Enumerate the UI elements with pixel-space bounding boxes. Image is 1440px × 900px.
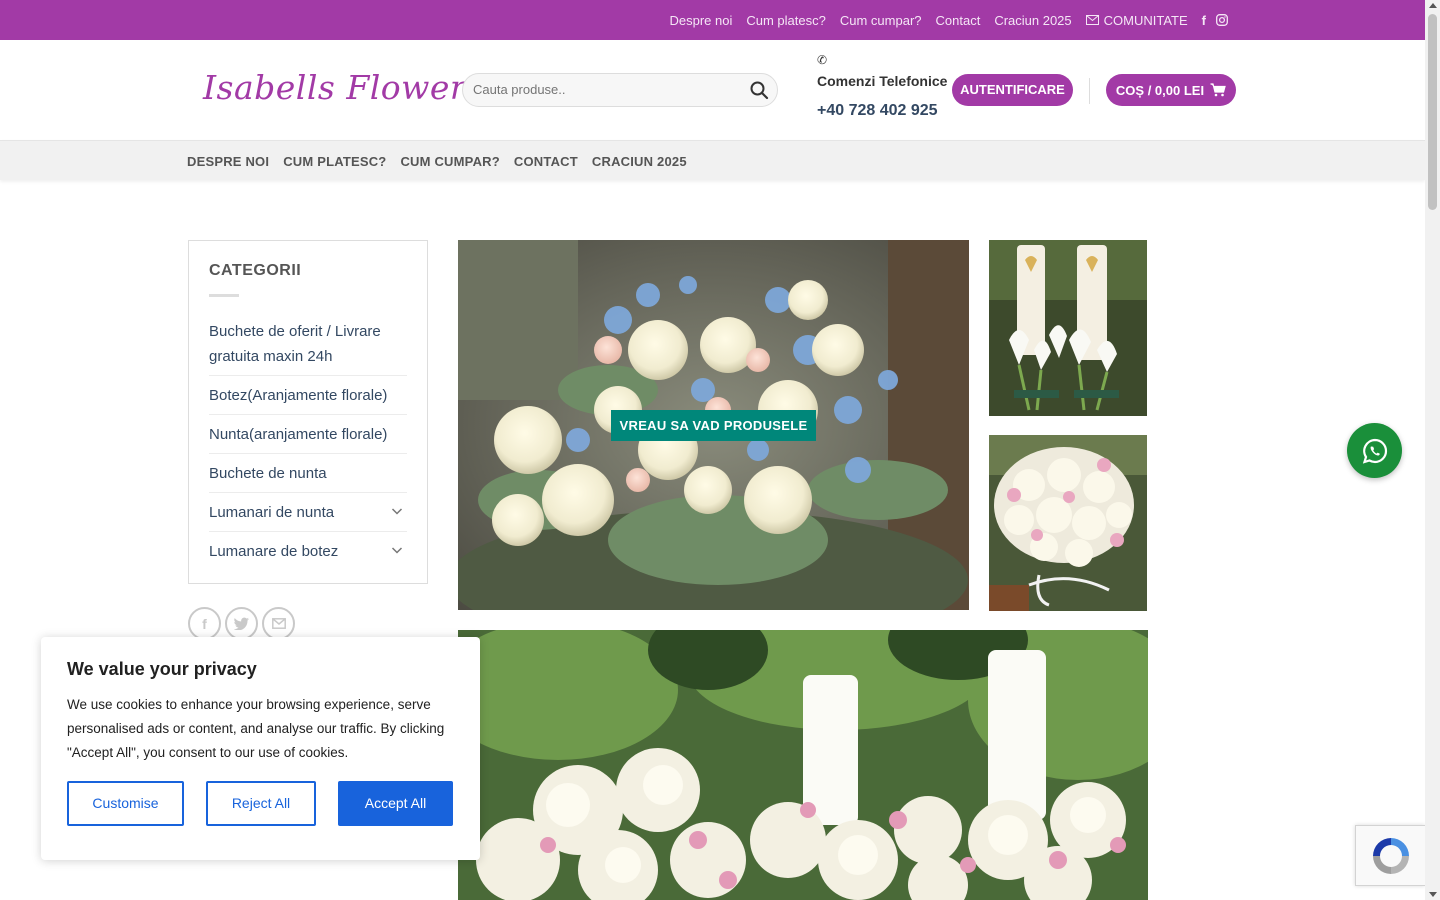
hero-image[interactable]: VREAU SA VAD PRODUSELE xyxy=(458,240,969,610)
twitter-icon[interactable] xyxy=(225,607,258,640)
chevron-down-icon[interactable] xyxy=(391,505,403,517)
search-box xyxy=(462,73,778,107)
cookie-text: We use cookies to enhance your browsing … xyxy=(67,697,445,760)
category-item[interactable]: Buchete de oferit / Livrare gratuita max… xyxy=(209,319,407,376)
nav-item-craciun-2025[interactable]: CRACIUN 2025 xyxy=(592,154,687,169)
top-bar-nav: Despre noi Cum platesc? Cum cumpar? Cont… xyxy=(670,0,1229,40)
phone-label: Comenzi Telefonice xyxy=(817,73,948,89)
nav-item-cum-platesc[interactable]: CUM PLATESC? xyxy=(283,154,386,169)
phone-number[interactable]: +40 728 402 925 xyxy=(817,102,938,120)
nav-item-contact[interactable]: CONTACT xyxy=(514,154,578,169)
email-icon[interactable] xyxy=(262,607,295,640)
social-icons: f xyxy=(1202,13,1228,28)
whatsapp-button[interactable] xyxy=(1347,423,1402,478)
bouquet-thumb-image[interactable] xyxy=(989,435,1147,611)
chevron-down-icon[interactable] xyxy=(391,544,403,556)
cart-label: COȘ / 0,00 LEI xyxy=(1115,82,1205,98)
recaptcha-badge[interactable] xyxy=(1355,825,1425,886)
comunitate-label: COMUNITATE xyxy=(1103,12,1188,28)
wedding-candles-picture xyxy=(458,630,1148,900)
scroll-down-arrow[interactable] xyxy=(1429,892,1437,897)
search-input[interactable] xyxy=(473,82,743,97)
category-label: Buchete de nunta xyxy=(209,465,327,482)
top-link-cum-platesc[interactable]: Cum platesc? xyxy=(746,13,825,28)
category-label: Lumanare de botez xyxy=(209,543,339,560)
reject-all-button[interactable]: Reject All xyxy=(206,781,316,826)
category-label: Buchete de oferit / Livrare gratuita max… xyxy=(209,323,381,365)
cookie-consent-banner: We value your privacy We use cookies to … xyxy=(41,637,480,860)
category-item[interactable]: Lumanare de botez xyxy=(209,532,407,570)
cart-button[interactable]: COȘ / 0,00 LEI xyxy=(1106,74,1236,106)
nav-item-cum-cumpar[interactable]: CUM CUMPAR? xyxy=(400,154,499,169)
category-item[interactable]: Lumanari de nunta xyxy=(209,493,407,532)
categories-widget: CATEGORII Buchete de oferit / Livrare gr… xyxy=(188,240,428,584)
cart-icon xyxy=(1210,83,1226,97)
top-link-despre-noi[interactable]: Despre noi xyxy=(670,13,733,28)
search-icon[interactable] xyxy=(749,80,769,100)
title-underline xyxy=(209,294,239,297)
category-label: Lumanari de nunta xyxy=(209,504,335,521)
recaptcha-icon xyxy=(1373,838,1409,874)
category-item[interactable]: Nunta(aranjamente florale) xyxy=(209,415,407,454)
header-divider xyxy=(1089,78,1090,104)
login-button[interactable]: AUTENTIFICARE xyxy=(952,74,1073,106)
category-label: Nunta(aranjamente florale) xyxy=(209,426,388,443)
categories-list: Buchete de oferit / Livrare gratuita max… xyxy=(209,319,407,570)
scroll-up-arrow[interactable] xyxy=(1429,3,1437,8)
accept-all-button[interactable]: Accept All xyxy=(338,781,453,826)
top-link-craciun-2025[interactable]: Craciun 2025 xyxy=(994,13,1071,28)
cookie-title: We value your privacy xyxy=(67,659,257,679)
share-buttons: f xyxy=(188,607,295,640)
rose-bouquet-picture xyxy=(989,435,1147,611)
facebook-icon[interactable]: f xyxy=(188,607,221,640)
wedding-candles-banner[interactable] xyxy=(458,630,1148,900)
facebook-icon[interactable]: f xyxy=(1202,13,1206,28)
page-scrollbar[interactable] xyxy=(1425,0,1440,900)
category-item[interactable]: Buchete de nunta xyxy=(209,454,407,493)
nav-item-despre-noi[interactable]: DESPRE NOI xyxy=(187,154,269,169)
top-link-comunitate[interactable]: COMUNITATE xyxy=(1085,12,1188,28)
category-label: Botez(Aranjamente florale) xyxy=(209,387,388,404)
view-products-button[interactable]: VREAU SA VAD PRODUSELE xyxy=(611,410,816,441)
scroll-thumb[interactable] xyxy=(1428,14,1437,210)
top-link-cum-cumpar[interactable]: Cum cumpar? xyxy=(840,13,922,28)
candles-image[interactable] xyxy=(989,240,1147,416)
phone-icon: ✆ xyxy=(817,53,828,67)
category-item[interactable]: Botez(Aranjamente florale) xyxy=(209,376,407,415)
main-nav: DESPRE NOI CUM PLATESC? CUM CUMPAR? CONT… xyxy=(0,140,1425,180)
calla-candles-picture xyxy=(989,240,1147,416)
top-bar: Despre noi Cum platesc? Cum cumpar? Cont… xyxy=(0,0,1425,40)
top-link-contact[interactable]: Contact xyxy=(936,13,981,28)
whatsapp-icon xyxy=(1362,438,1387,464)
header: Isabells Flowers ✆ Comenzi Telefonice +4… xyxy=(0,40,1425,140)
logo[interactable]: Isabells Flowers xyxy=(203,68,484,107)
customise-button[interactable]: Customise xyxy=(67,781,184,826)
mail-icon xyxy=(1085,15,1099,25)
instagram-icon[interactable] xyxy=(1216,14,1228,26)
categories-title: CATEGORII xyxy=(209,262,302,279)
